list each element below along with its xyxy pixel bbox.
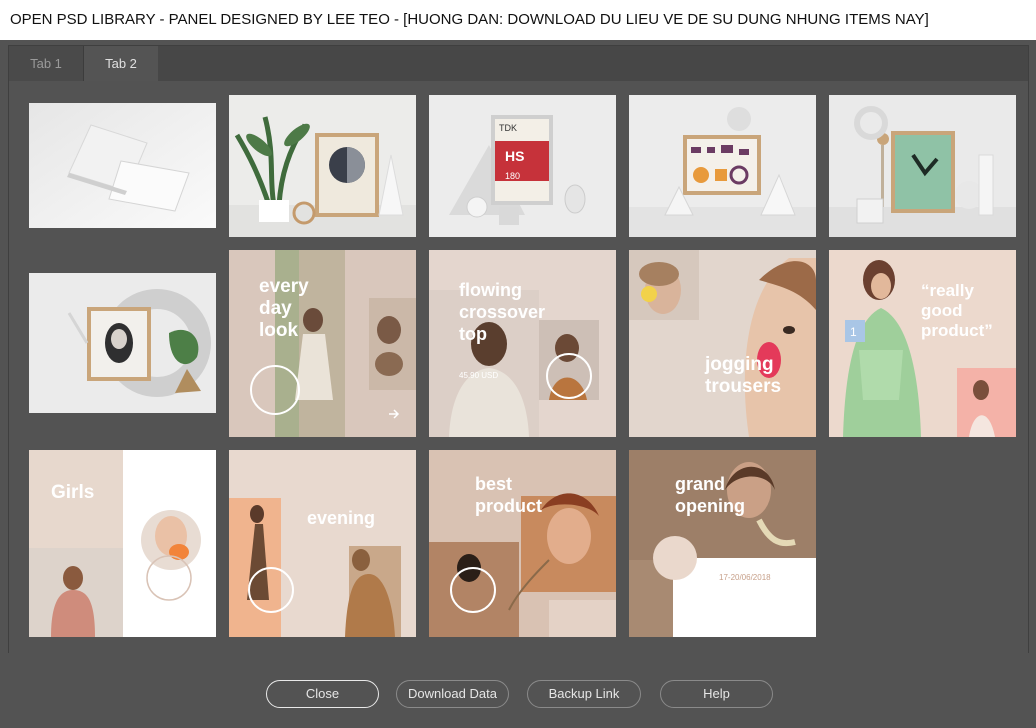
- thumb-product-label: product”: [921, 321, 993, 340]
- window-title: OPEN PSD LIBRARY - PANEL DESIGNED BY LEE…: [10, 11, 929, 28]
- thumb-crossover-label: crossover: [459, 302, 545, 322]
- thumb-hs-label: HS: [505, 148, 524, 164]
- tab-1[interactable]: Tab 1: [9, 46, 84, 81]
- help-button[interactable]: Help: [660, 680, 773, 708]
- thumb-good-label: good: [921, 301, 963, 320]
- tab-bar: Tab 1 Tab 2: [9, 46, 1028, 81]
- thumbnail-round-frame-mockup[interactable]: [29, 273, 216, 413]
- close-button[interactable]: Close: [266, 680, 379, 708]
- thumbnail-geometric-frame-mockup[interactable]: [629, 95, 816, 237]
- thumb-look-label: look: [259, 320, 298, 341]
- thumbnail-really-good-product-post[interactable]: “really good product” 1: [829, 250, 1016, 437]
- backup-link-button[interactable]: Backup Link: [527, 680, 641, 708]
- thumb-every-label: every: [259, 276, 309, 297]
- thumbnail-grand-opening-post[interactable]: grand opening 17-20/06/2018: [629, 450, 816, 637]
- thumb-tdk-label: TDK: [499, 123, 517, 133]
- thumbnail-best-product-post[interactable]: best product: [429, 450, 616, 637]
- window-title-bar: OPEN PSD LIBRARY - PANEL DESIGNED BY LEE…: [0, 0, 1036, 40]
- thumb-really-label: “really: [921, 281, 974, 300]
- thumb-flowing-label: flowing: [459, 280, 522, 300]
- download-data-button[interactable]: Download Data: [396, 680, 509, 708]
- thumb-date-label: 17-20/06/2018: [719, 573, 771, 582]
- thumbnail-jogging-trousers-post[interactable]: jogging trousers: [629, 250, 816, 437]
- thumb-girls-label: Girls: [51, 482, 94, 503]
- thumbnail-every-day-look-post[interactable]: every day look: [229, 250, 416, 437]
- thumb-day-label: day: [259, 298, 292, 319]
- thumb-trousers-label: trousers: [705, 376, 781, 397]
- thumb-evening-label: evening: [307, 508, 375, 528]
- thumb-best-label: best: [475, 474, 512, 494]
- tab-2[interactable]: Tab 2: [84, 46, 158, 81]
- thumbnail-girls-post[interactable]: Girls: [29, 450, 216, 637]
- thumbnail-poster-frame-plant-mockup[interactable]: [229, 95, 416, 237]
- thumb-180-label: 180: [505, 171, 520, 181]
- thumbnail-business-card-mockup[interactable]: [29, 103, 216, 228]
- thumb-best-product-label: product: [475, 496, 542, 516]
- thumb-jogging-label: jogging: [704, 354, 774, 375]
- thumb-grand-label: grand: [675, 474, 725, 494]
- thumbnail-tdk-poster-mockup[interactable]: TDK HS 180: [429, 95, 616, 237]
- thumbnail-flowing-crossover-top-post[interactable]: flowing crossover top 45.90 USD: [429, 250, 616, 437]
- thumbnail-evening-post[interactable]: evening: [229, 450, 416, 637]
- thumbnail-green-frame-mockup[interactable]: [829, 95, 1016, 237]
- thumb-badge-number: 1: [850, 325, 857, 339]
- thumb-opening-label: opening: [675, 496, 745, 516]
- thumb-top-label: top: [459, 324, 487, 344]
- thumb-price-label: 45.90 USD: [459, 371, 498, 380]
